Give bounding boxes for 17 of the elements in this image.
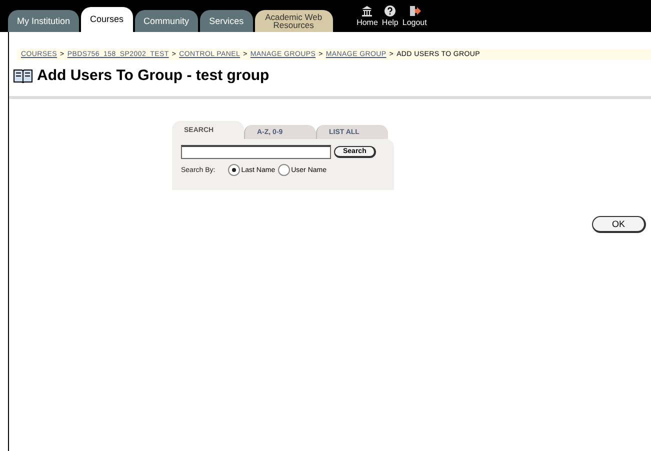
- bank-icon[interactable]: [361, 5, 374, 17]
- nav-tab[interactable]: My Institution: [8, 10, 80, 32]
- nav-link[interactable]: Help: [382, 18, 398, 27]
- nav-tab[interactable]: Services: [200, 10, 253, 32]
- nav-tab[interactable]: Academic Web Resources: [254, 10, 333, 32]
- door-arrow-icon[interactable]: [408, 5, 421, 17]
- page-title: Add Users To Group - test group: [37, 67, 270, 84]
- radio-button[interactable]: [278, 164, 290, 176]
- help-icon[interactable]: [384, 5, 396, 17]
- radio-button[interactable]: [228, 164, 240, 176]
- nav-link[interactable]: Logout: [402, 18, 427, 27]
- book-icon: [13, 68, 33, 83]
- nav-tab[interactable]: Community: [134, 10, 198, 32]
- ok-button[interactable]: OK: [592, 216, 646, 233]
- nav-link[interactable]: Home: [356, 18, 378, 27]
- nav-tab[interactable]: Courses: [81, 7, 133, 32]
- search-field[interactable]: [181, 145, 331, 159]
